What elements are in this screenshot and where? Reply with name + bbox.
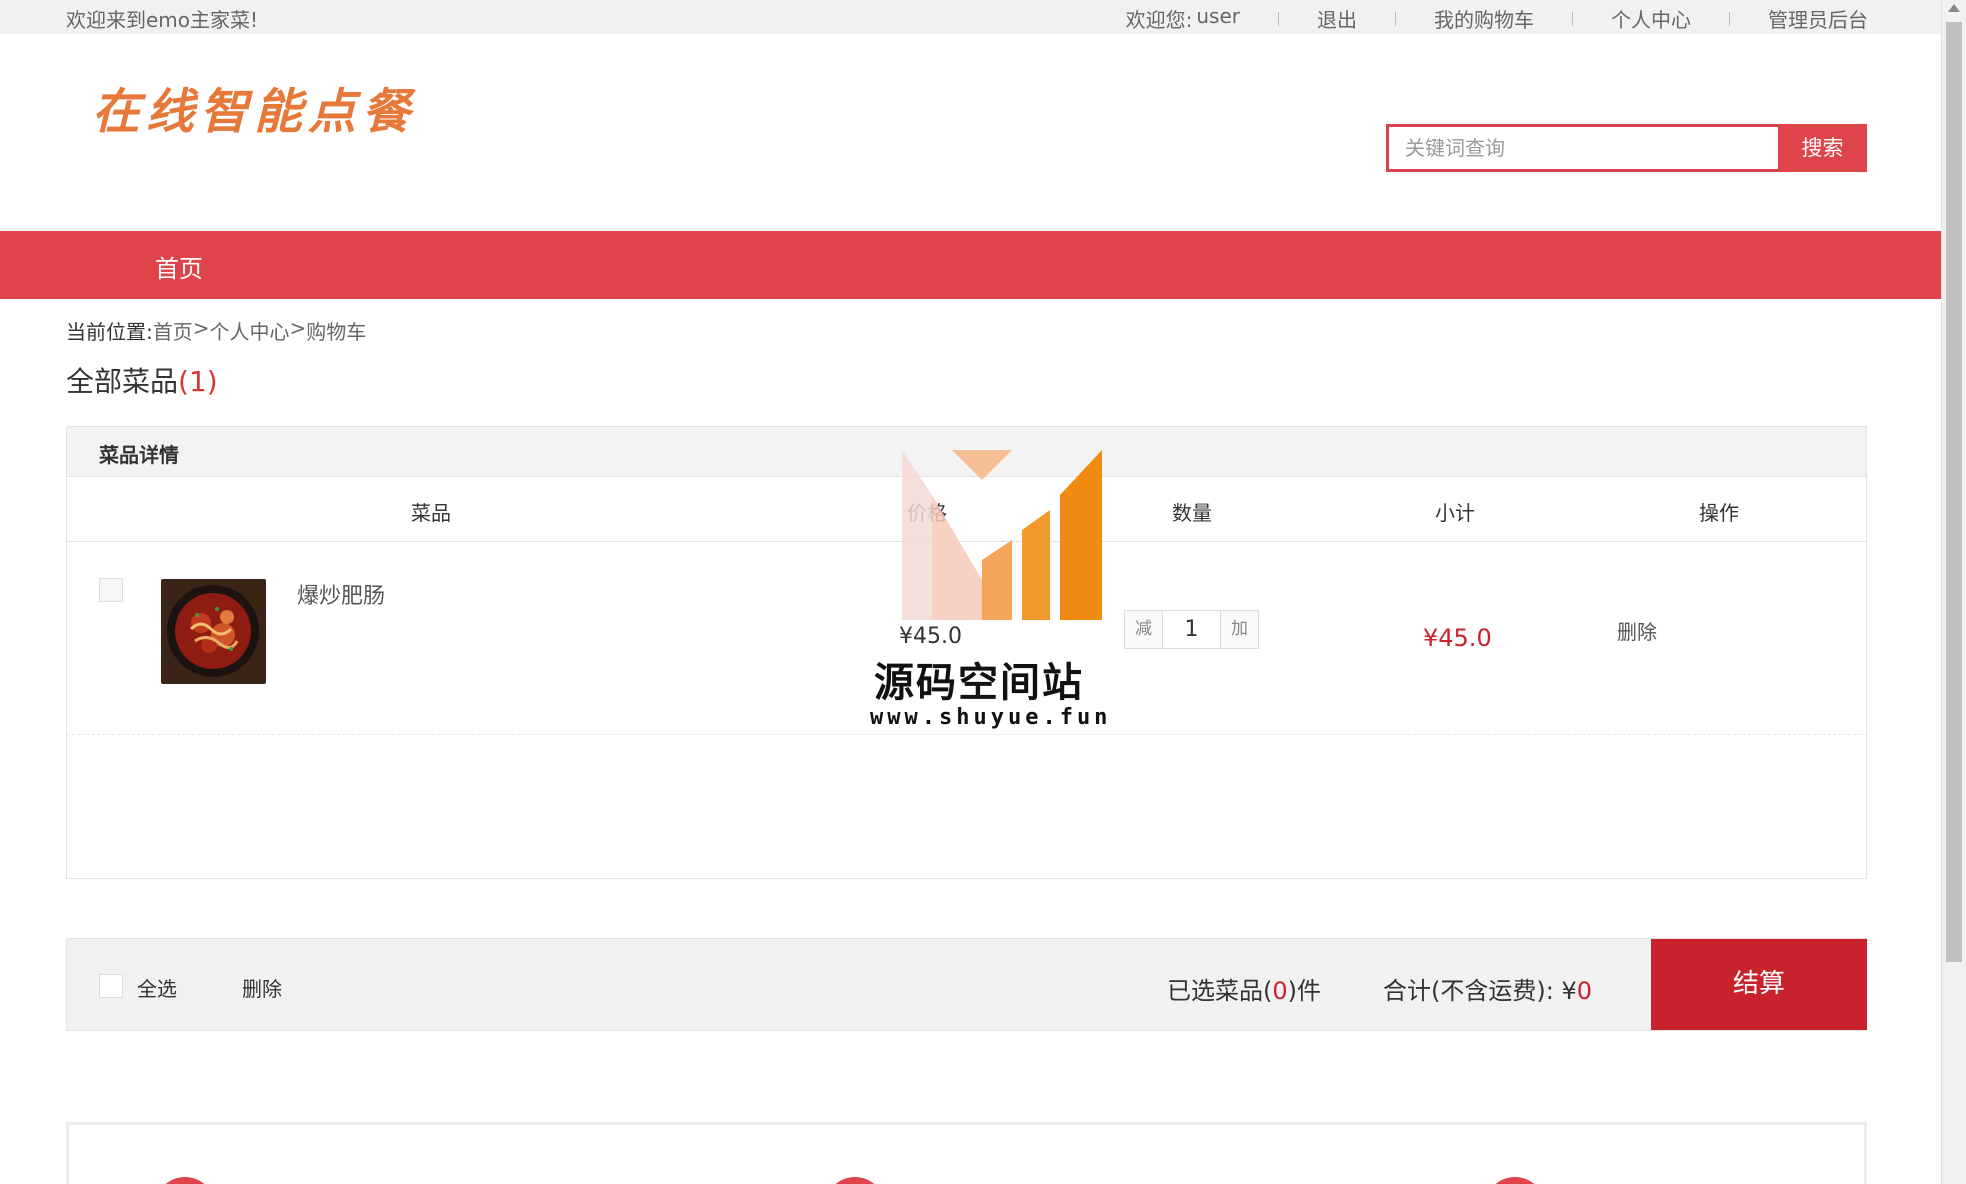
breadcrumb: 当前位置: 首页 > 个人中心 > 购物车 xyxy=(66,316,366,345)
divider xyxy=(1729,11,1730,26)
top-links: 欢迎您: user 退出 我的购物车 个人中心 管理员后台 xyxy=(1126,4,1868,33)
item-checkbox[interactable] xyxy=(99,578,123,602)
select-all-label[interactable]: 全选 xyxy=(137,973,177,1002)
selected-count-value: 0 xyxy=(1272,977,1288,1005)
select-all-checkbox[interactable] xyxy=(99,974,123,998)
column-dish: 菜品 xyxy=(411,501,451,525)
divider xyxy=(1278,11,1279,26)
dish-image[interactable] xyxy=(161,579,266,684)
column-price: 价格 xyxy=(907,501,947,525)
profile-link[interactable]: 个人中心 xyxy=(1611,4,1691,33)
quantity-stepper: 减 1 加 xyxy=(1124,610,1259,649)
total-amount: 合计(不含运费): ¥0 xyxy=(1383,971,1592,1006)
footer-features xyxy=(66,1122,1867,1184)
item-count: (1) xyxy=(178,365,218,398)
increase-button[interactable]: 加 xyxy=(1220,611,1258,648)
divider xyxy=(1572,11,1573,26)
decrease-button[interactable]: 减 xyxy=(1125,611,1163,648)
divider xyxy=(1395,11,1396,26)
checkout-button[interactable]: 结算 xyxy=(1651,939,1867,1030)
feature-icon xyxy=(155,1177,215,1184)
delete-item-button[interactable]: 删除 xyxy=(1617,616,1657,645)
scrollbar-thumb[interactable] xyxy=(1946,22,1962,962)
dish-price: ¥45.0 xyxy=(899,624,962,649)
table-row: 爆炒肥肠 ¥45.0 减 1 加 ¥45.0 删除 xyxy=(67,542,1866,735)
site-logo[interactable]: 在线智能点餐 xyxy=(92,72,416,142)
item-subtotal: ¥45.0 xyxy=(1423,624,1492,652)
cart-table: 菜品详情 菜品 价格 数量 小计 操作 爆炒肥肠 ¥45.0 减 1 加 ¥45… xyxy=(66,426,1867,879)
search-input[interactable]: 关键词查询 xyxy=(1386,124,1778,172)
welcome-text: 欢迎来到emo主家菜! xyxy=(66,8,259,32)
breadcrumb-prefix: 当前位置: xyxy=(66,320,153,344)
breadcrumb-home[interactable]: 首页 xyxy=(153,316,193,345)
column-quantity: 数量 xyxy=(1172,501,1212,525)
delete-selected-button[interactable]: 删除 xyxy=(242,973,282,1002)
search-bar: 关键词查询 搜索 xyxy=(1386,124,1867,172)
total-value: 0 xyxy=(1576,977,1592,1005)
selected-count-prefix: 已选菜品( xyxy=(1167,977,1273,1005)
selected-count-suffix: )件 xyxy=(1287,977,1322,1005)
search-button[interactable]: 搜索 xyxy=(1778,124,1867,172)
nav-item-home[interactable]: 首页 xyxy=(155,249,203,284)
page-title: 全部菜品(1) xyxy=(66,360,218,400)
user-greeting: 欢迎您: user xyxy=(1126,4,1240,33)
cart-summary-bar: 全选 删除 已选菜品(0)件 合计(不含运费): ¥0 结算 xyxy=(66,938,1867,1031)
breadcrumb-cart[interactable]: 购物车 xyxy=(306,316,366,345)
username: user xyxy=(1196,4,1240,28)
selected-count: 已选菜品(0)件 xyxy=(1167,971,1321,1006)
my-cart-link[interactable]: 我的购物车 xyxy=(1434,4,1534,33)
scroll-up-icon[interactable] xyxy=(1948,4,1960,12)
breadcrumb-separator: > xyxy=(192,316,210,340)
section-label: 菜品详情 xyxy=(99,443,179,467)
column-subtotal: 小计 xyxy=(1435,501,1475,525)
feature-icon xyxy=(1485,1177,1545,1184)
logout-link[interactable]: 退出 xyxy=(1317,4,1357,33)
main-nav: 首页 xyxy=(0,231,1941,299)
top-bar: 欢迎来到emo主家菜! 欢迎您: user 退出 我的购物车 个人中心 管理员后… xyxy=(0,0,1941,34)
quantity-input[interactable]: 1 xyxy=(1163,611,1220,648)
column-action: 操作 xyxy=(1699,501,1739,525)
column-headers: 菜品 价格 数量 小计 操作 xyxy=(67,477,1866,542)
cart-table-header: 菜品详情 xyxy=(67,427,1866,477)
dish-name[interactable]: 爆炒肥肠 xyxy=(297,578,385,610)
feature-icon xyxy=(825,1177,885,1184)
page-title-text: 全部菜品 xyxy=(66,365,179,398)
admin-link[interactable]: 管理员后台 xyxy=(1768,4,1868,33)
breadcrumb-separator: > xyxy=(289,316,307,340)
breadcrumb-profile[interactable]: 个人中心 xyxy=(210,316,290,345)
vertical-scrollbar[interactable] xyxy=(1941,0,1966,1184)
total-label: 合计(不含运费): ¥ xyxy=(1383,977,1577,1005)
greeting-label: 欢迎您: xyxy=(1125,8,1193,32)
